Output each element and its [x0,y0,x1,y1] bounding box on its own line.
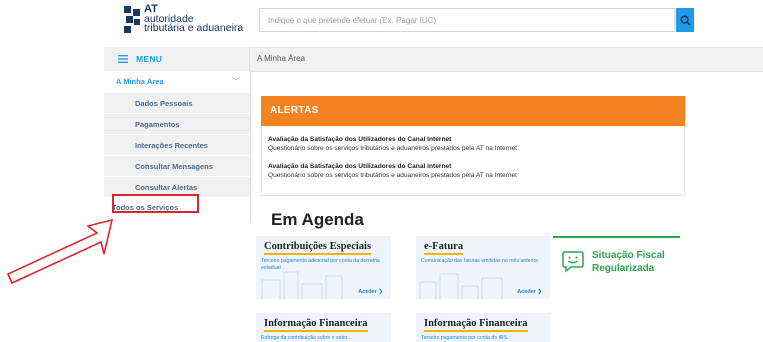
search-button[interactable] [676,8,694,32]
alert-item[interactable]: Avaliação da Satisfação dos Utilizadores… [268,162,517,180]
sidebar-item-pagamentos[interactable]: Pagamentos [104,113,250,134]
agenda-title: Em Agenda [271,210,364,229]
alerts-panel: Avaliação da Satisfação dos Utilizadores… [261,126,685,196]
menu-button[interactable]: MENU [104,47,250,71]
alert-text: Questionário sobre os serviços tributári… [268,172,517,179]
alerts-title: ALERTAS [261,96,685,126]
card-title: Informação Financeira [264,318,368,332]
card-title: Contribuições Especiais [264,241,372,255]
alert-title: Avaliação da Satisfação dos Utilizadores… [268,163,452,170]
at-logo-text[interactable]: AT autoridade tributária e aduaneira [144,4,244,34]
alert-text: Questionário sobre os serviços tributári… [268,145,517,152]
card-description: Entrega da contribuição sobre o setor... [261,335,352,341]
menu-label: MENU [136,54,163,64]
card-access-link[interactable]: Aceder ❯ [517,289,542,295]
highlight-box [112,194,199,213]
fiscal-status-line-1: Situação Fiscal [592,250,665,261]
alert-item[interactable]: Avaliação da Satisfação dos Utilizadores… [268,135,517,153]
red-arrow-annotation [6,218,114,285]
sidebar-item-interacoes-recentes[interactable]: Interações Recentes [104,134,250,155]
agenda-card-informacao-financeira-irs[interactable]: Informação Financeira Terceiro pagamento… [416,313,550,342]
search-icon [679,14,691,26]
hamburger-icon [118,55,128,63]
search-input[interactable] [260,9,690,31]
breadcrumb[interactable]: A Minha Área [257,51,305,67]
sidebar-section-a-minha-area[interactable]: A Minha Área ﹀ [104,71,250,92]
card-title: Informação Financeira [424,318,528,332]
agenda-card-efatura[interactable]: e-Fatura Comunicação das faturas emitida… [416,236,550,299]
at-logo-mark[interactable] [124,6,141,34]
card-description: Terceiro pagamento adicional por conta d… [261,258,380,271]
agenda-card-informacao-financeira[interactable]: Informação Financeira Entrega da contrib… [256,313,391,342]
card-description: Comunicação das faturas emitidas no mês … [421,258,540,264]
card-access-link[interactable]: Aceder ❯ [358,289,383,295]
alert-title: Avaliação da Satisfação dos Utilizadores… [268,136,452,143]
sidebar-item-dados-pessoais[interactable]: Dados Pessoais [104,92,250,113]
sidebar-item-consultar-mensagens[interactable]: Consultar Mensagens [104,155,250,176]
agenda-card-contribuicoes[interactable]: Contribuições Especiais Terceiro pagamen… [256,236,391,299]
chevron-down-icon[interactable]: ﹀ [232,71,240,92]
smiley-chat-icon [562,251,584,273]
fiscal-status-line-2: Regularizada [592,263,655,274]
card-description: Terceiro pagamento por conta do IRS. [421,335,509,341]
fiscal-status-card[interactable]: Situação Fiscal Regularizada [553,236,680,289]
sidebar-section-label: A Minha Área [116,77,164,86]
card-title: e-Fatura [424,241,464,255]
logo-line-3: tributária e aduaneira [144,22,244,34]
fiscal-status-text: Situação Fiscal Regularizada [592,249,665,275]
search-field[interactable] [259,8,690,32]
